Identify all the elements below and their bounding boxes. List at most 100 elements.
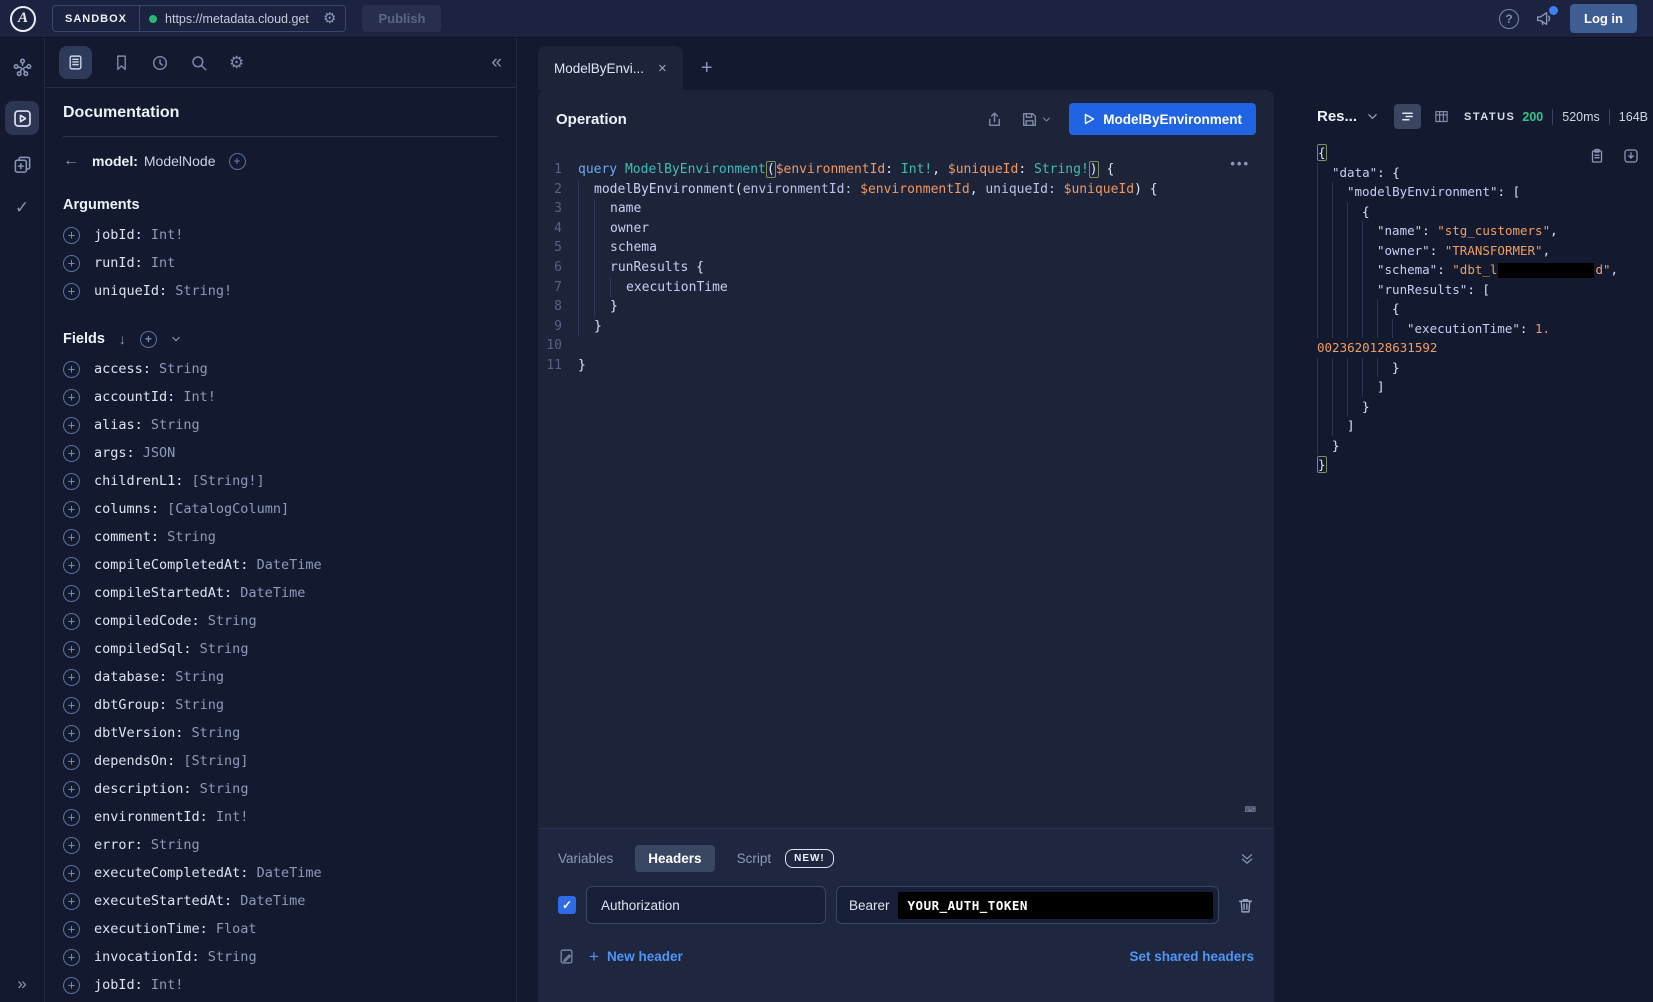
close-tab-icon[interactable]: × [658, 60, 667, 77]
add-to-query-icon[interactable]: + [63, 529, 80, 546]
help-icon[interactable]: ? [1499, 9, 1519, 29]
doc-field-row[interactable]: +jobId: Int! [63, 971, 498, 999]
checks-icon[interactable]: ✓ [15, 198, 29, 218]
header-enabled-checkbox[interactable]: ✓ [558, 896, 576, 914]
environment-variables-icon[interactable] [558, 948, 575, 965]
run-operation-button[interactable]: ModelByEnvironment [1069, 103, 1256, 135]
doc-field-row[interactable]: +dependsOn: [String] [63, 747, 498, 775]
doc-field-row[interactable]: +compileStartedAt: DateTime [63, 579, 498, 607]
add-to-query-icon[interactable]: + [63, 921, 80, 938]
schema-graph-icon[interactable] [13, 58, 32, 77]
tree-view-toggle-icon[interactable] [1394, 104, 1421, 129]
doc-field-row[interactable]: +accountId: Int! [63, 383, 498, 411]
add-to-query-icon[interactable]: + [63, 697, 80, 714]
sort-fields-icon[interactable]: ↓ [119, 331, 126, 347]
doc-field-row[interactable]: +environmentId: Int! [63, 803, 498, 831]
doc-field-row[interactable]: +columns: [CatalogColumn] [63, 495, 498, 523]
doc-field-row[interactable]: +compiledSql: String [63, 635, 498, 663]
back-arrow-icon[interactable]: ← [63, 152, 79, 170]
add-to-query-icon[interactable]: + [63, 585, 80, 602]
saved-operations-bookmark-icon[interactable] [113, 54, 130, 71]
new-tab-icon[interactable]: + [701, 58, 713, 78]
doc-field-row[interactable]: +access: String [63, 355, 498, 383]
add-to-query-icon[interactable]: + [63, 283, 80, 300]
announcements-megaphone-icon[interactable] [1535, 10, 1554, 27]
add-to-query-icon[interactable]: + [63, 613, 80, 630]
add-to-query-icon[interactable]: + [63, 837, 80, 854]
doc-field-row[interactable]: +dbtVersion: String [63, 719, 498, 747]
add-to-query-icon[interactable]: + [63, 501, 80, 518]
add-to-query-icon[interactable]: + [63, 753, 80, 770]
doc-field-row[interactable]: +args: JSON [63, 439, 498, 467]
set-shared-headers-link[interactable]: Set shared headers [1129, 949, 1254, 964]
add-to-query-icon[interactable]: + [63, 389, 80, 406]
add-all-fields-icon[interactable]: + [140, 331, 157, 348]
sandbox-endpoint-control[interactable]: SANDBOX https://metadata.cloud.get ⚙ [52, 5, 346, 32]
response-dropdown[interactable]: Res... [1317, 108, 1357, 125]
add-field-icon[interactable]: + [229, 153, 246, 170]
doc-argument-row[interactable]: +uniqueId: String! [63, 277, 498, 305]
login-button[interactable]: Log in [1570, 4, 1637, 33]
doc-field-row[interactable]: +dbtGroup: String [63, 691, 498, 719]
download-response-icon[interactable] [1623, 148, 1639, 164]
collapse-bottom-panel-icon[interactable] [1240, 852, 1254, 866]
table-view-toggle-icon[interactable] [1434, 109, 1449, 124]
add-to-query-icon[interactable]: + [63, 641, 80, 658]
doc-field-row[interactable]: +compiledCode: String [63, 607, 498, 635]
doc-field-row[interactable]: +executeStartedAt: DateTime [63, 887, 498, 915]
tab-script[interactable]: Script [737, 851, 772, 866]
collapse-panel-icon[interactable]: « [491, 52, 502, 74]
tab-headers[interactable]: Headers [635, 845, 714, 872]
tab-variables[interactable]: Variables [558, 851, 613, 866]
operation-editor[interactable]: 1query ModelByEnvironment($environmentId… [538, 148, 1274, 828]
copy-response-icon[interactable] [1589, 148, 1605, 164]
doc-field-row[interactable]: +comment: String [63, 523, 498, 551]
documentation-tab-icon[interactable] [59, 46, 92, 79]
doc-argument-row[interactable]: +runId: Int [63, 249, 498, 277]
publish-button[interactable]: Publish [362, 5, 441, 32]
explorer-play-icon[interactable] [5, 101, 39, 135]
add-to-query-icon[interactable]: + [63, 725, 80, 742]
changesets-docs-icon[interactable] [13, 155, 32, 174]
doc-field-row[interactable]: +description: String [63, 775, 498, 803]
endpoint-settings-gear-icon[interactable]: ⚙ [323, 11, 336, 26]
add-to-query-icon[interactable]: + [63, 893, 80, 910]
add-to-query-icon[interactable]: + [63, 865, 80, 882]
keyboard-shortcuts-icon[interactable]: ⌨ [1245, 801, 1256, 820]
share-operation-icon[interactable] [986, 111, 1003, 128]
doc-field-row[interactable]: +executionTime: Float [63, 915, 498, 943]
doc-argument-row[interactable]: +jobId: Int! [63, 221, 498, 249]
add-to-query-icon[interactable]: + [63, 977, 80, 994]
add-to-query-icon[interactable]: + [63, 227, 80, 244]
editor-menu-icon[interactable]: ••• [1230, 156, 1250, 171]
search-icon[interactable] [190, 54, 208, 72]
delete-header-icon[interactable] [1237, 897, 1254, 914]
history-icon[interactable] [151, 54, 169, 72]
add-to-query-icon[interactable]: + [63, 361, 80, 378]
doc-field-row[interactable]: +compileCompletedAt: DateTime [63, 551, 498, 579]
doc-field-row[interactable]: +executeCompletedAt: DateTime [63, 859, 498, 887]
doc-field-row[interactable]: +error: String [63, 831, 498, 859]
add-to-query-icon[interactable]: + [63, 473, 80, 490]
expand-rail-icon[interactable]: » [17, 974, 26, 994]
doc-field-row[interactable]: +invocationId: String [63, 943, 498, 971]
response-dropdown-chevron-icon[interactable] [1367, 111, 1378, 122]
add-to-query-icon[interactable]: + [63, 781, 80, 798]
operation-tab[interactable]: ModelByEnvi... × [538, 46, 683, 90]
add-to-query-icon[interactable]: + [63, 255, 80, 272]
breadcrumb-type[interactable]: ModelNode [144, 153, 216, 169]
add-to-query-icon[interactable]: + [63, 669, 80, 686]
add-to-query-icon[interactable]: + [63, 809, 80, 826]
apollo-logo-icon[interactable]: A [10, 6, 36, 32]
header-value-input[interactable]: Bearer YOUR_AUTH_TOKEN [836, 886, 1219, 924]
new-header-button[interactable]: + New header [589, 948, 683, 965]
add-to-query-icon[interactable]: + [63, 417, 80, 434]
fields-options-chevron-icon[interactable] [171, 334, 181, 344]
endpoint-url-input[interactable]: https://metadata.cloud.get ⚙ [140, 11, 345, 26]
header-key-input[interactable] [586, 886, 826, 924]
add-to-query-icon[interactable]: + [63, 557, 80, 574]
add-to-query-icon[interactable]: + [63, 445, 80, 462]
doc-field-row[interactable]: +childrenL1: [String!] [63, 467, 498, 495]
add-to-query-icon[interactable]: + [63, 949, 80, 966]
doc-field-row[interactable]: +alias: String [63, 411, 498, 439]
